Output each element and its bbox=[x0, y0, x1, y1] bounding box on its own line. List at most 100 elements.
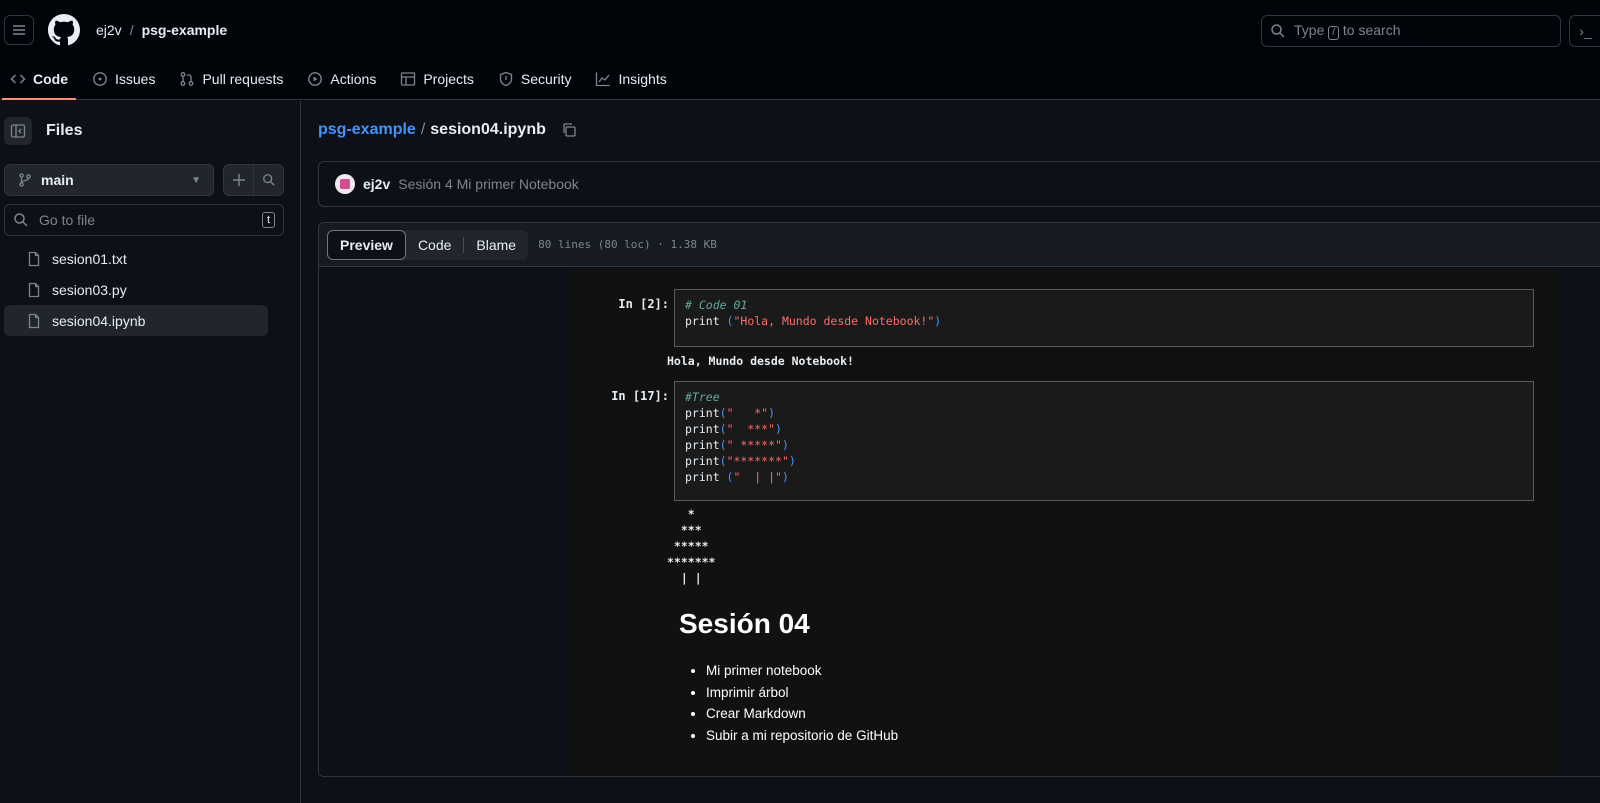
code-string: " | |" bbox=[733, 470, 782, 484]
tab-insights[interactable]: Insights bbox=[585, 62, 676, 96]
list-item: Imprimir árbol bbox=[706, 685, 898, 707]
code-icon bbox=[10, 71, 26, 87]
list-item: Crear Markdown bbox=[706, 706, 898, 728]
terminal-icon: ›_ bbox=[1579, 23, 1592, 39]
markdown-heading: Sesión 04 bbox=[679, 608, 810, 639]
file-preview: In [2]: # Code 01 print ("Hola, Mundo de… bbox=[319, 267, 1600, 776]
graph-icon bbox=[595, 71, 611, 87]
file-tree-item[interactable]: sesion01.txt bbox=[4, 243, 268, 274]
file-tree-item[interactable]: sesion03.py bbox=[4, 274, 268, 305]
code-paren: ( bbox=[719, 470, 734, 484]
code-string: "Hola, Mundo desde Notebook!" bbox=[733, 314, 935, 328]
collapse-sidebar-button[interactable] bbox=[4, 117, 32, 145]
code-line: print(" ***") bbox=[685, 421, 1523, 437]
tab-projects[interactable]: Projects bbox=[390, 62, 484, 96]
branch-selector[interactable]: main ▼ bbox=[4, 164, 214, 196]
file-viewer: Preview Code Blame 80 lines (80 loc) · 1… bbox=[318, 222, 1600, 777]
caret-down-icon: ▼ bbox=[191, 174, 201, 186]
tab-code[interactable]: Code bbox=[0, 62, 78, 100]
tab-insights-label: Insights bbox=[618, 71, 667, 87]
search-icon bbox=[262, 174, 275, 186]
tab-issues[interactable]: Issues bbox=[82, 62, 165, 96]
view-mode-toggle: Preview Code Blame bbox=[327, 229, 529, 260]
search-input[interactable]: Type / to search bbox=[1261, 15, 1561, 47]
branch-icon bbox=[19, 173, 31, 187]
cell-output: Hola, Mundo desde Notebook! bbox=[667, 354, 854, 368]
markdown-list: Mi primer notebook Imprimir árbol Crear … bbox=[706, 663, 898, 749]
repo-link[interactable]: psg-example bbox=[142, 22, 228, 38]
tab-code-view[interactable]: Code bbox=[406, 230, 463, 260]
code-line: print (" | |") bbox=[685, 469, 1523, 485]
search-files-button[interactable] bbox=[254, 165, 283, 195]
commit-message[interactable]: Sesión 4 Mi primer Notebook bbox=[398, 176, 579, 192]
command-palette-button[interactable]: ›_ bbox=[1569, 15, 1600, 47]
repo-breadcrumb: ej2v / psg-example bbox=[96, 22, 227, 38]
shield-icon bbox=[498, 71, 514, 87]
cell-output-tree: * *** ***** ******* | | bbox=[667, 507, 716, 585]
file-icon bbox=[26, 251, 42, 267]
code-paren: ) bbox=[768, 406, 776, 420]
copy-path-button[interactable] bbox=[561, 122, 577, 138]
path-separator: / bbox=[420, 121, 426, 138]
code-paren: ) bbox=[781, 470, 789, 484]
tab-blame[interactable]: Blame bbox=[464, 230, 528, 260]
list-item: Mi primer notebook bbox=[706, 663, 898, 685]
file-name: sesion03.py bbox=[52, 281, 127, 298]
tab-preview[interactable]: Preview bbox=[327, 229, 406, 260]
code-string: " *****" bbox=[726, 438, 782, 452]
tab-pull-requests[interactable]: Pull requests bbox=[169, 62, 293, 96]
sidebar-collapse-icon bbox=[10, 124, 26, 138]
file-tree: sesion01.txt sesion03.py sesion04.ipynb bbox=[4, 243, 268, 336]
table-icon bbox=[400, 71, 416, 87]
owner-link[interactable]: ej2v bbox=[96, 22, 122, 38]
files-title: Files bbox=[46, 122, 83, 139]
github-icon bbox=[48, 14, 80, 46]
code-keyword: print bbox=[685, 406, 720, 420]
code-keyword: print bbox=[685, 454, 720, 468]
path-repo-link[interactable]: psg-example bbox=[318, 121, 416, 139]
github-logo[interactable] bbox=[48, 14, 80, 46]
code-string: " ***" bbox=[726, 422, 776, 436]
code-comment: # Code 01 bbox=[685, 298, 748, 312]
search-shortcut-key: / bbox=[1328, 26, 1340, 40]
commit-author[interactable]: ej2v bbox=[363, 176, 390, 192]
menu-button[interactable] bbox=[4, 15, 34, 45]
tab-security[interactable]: Security bbox=[488, 62, 582, 96]
code-keyword: print bbox=[685, 438, 720, 452]
code-cell: # Code 01 print ("Hola, Mundo desde Note… bbox=[674, 289, 1534, 347]
tab-actions[interactable]: Actions bbox=[297, 62, 386, 96]
go-to-file-input[interactable]: Go to file t bbox=[4, 204, 284, 236]
file-actions-group bbox=[223, 164, 284, 196]
code-paren: ) bbox=[788, 454, 796, 468]
code-paren: ( bbox=[719, 438, 727, 452]
latest-commit-bar: ej2v Sesión 4 Mi primer Notebook bbox=[318, 161, 1600, 207]
avatar[interactable] bbox=[335, 174, 355, 194]
code-keyword: print bbox=[685, 314, 720, 328]
notebook-render: In [2]: # Code 01 print ("Hola, Mundo de… bbox=[571, 267, 1557, 776]
go-to-file-placeholder: Go to file bbox=[39, 212, 96, 228]
search-icon bbox=[14, 213, 28, 227]
copy-icon bbox=[563, 123, 576, 137]
main-content: psg-example / sesion04.ipynb ej2v Sesión… bbox=[302, 101, 1600, 803]
code-keyword: print bbox=[685, 470, 720, 484]
play-icon bbox=[307, 71, 323, 87]
code-comment: #Tree bbox=[685, 390, 720, 404]
tab-actions-label: Actions bbox=[330, 71, 377, 87]
file-viewer-toolbar: Preview Code Blame 80 lines (80 loc) · 1… bbox=[319, 223, 1600, 267]
code-cell: #Tree print(" *") print(" ***") print(" … bbox=[674, 381, 1534, 501]
plus-icon bbox=[232, 174, 245, 186]
file-meta: 80 lines (80 loc) · 1.38 KB bbox=[538, 238, 717, 251]
code-string: "*******" bbox=[726, 454, 789, 468]
add-file-button[interactable] bbox=[224, 165, 254, 195]
files-header: Files bbox=[4, 117, 82, 145]
code-line: print(" *") bbox=[685, 405, 1523, 421]
file-tree-item-selected[interactable]: sesion04.ipynb bbox=[4, 305, 268, 336]
code-paren: ( bbox=[719, 422, 727, 436]
path-file-name: sesion04.ipynb bbox=[430, 121, 546, 138]
code-paren: ) bbox=[781, 438, 789, 452]
code-paren: ) bbox=[934, 314, 942, 328]
repo-nav: Code Issues Pull requests Actions Projec… bbox=[0, 62, 681, 100]
search-placeholder-prefix: Type bbox=[1294, 22, 1325, 38]
tab-pull-requests-label: Pull requests bbox=[202, 71, 284, 87]
cell-prompt: In [2]: bbox=[618, 297, 669, 311]
